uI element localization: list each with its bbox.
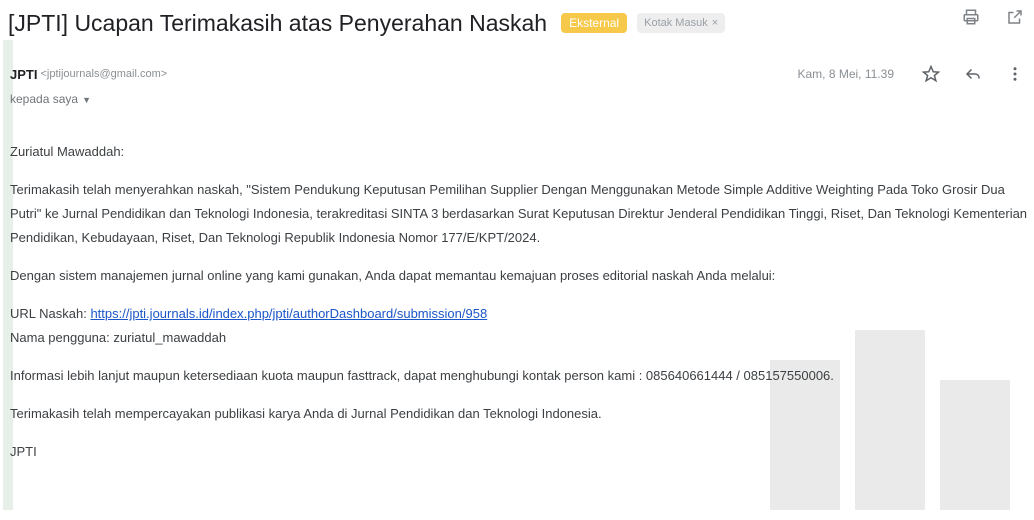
paragraph-submission-thanks: Terimakasih telah menyerahkan naskah, "S…	[10, 182, 1028, 245]
label-inbox-chip[interactable]: Kotak Masuk ×	[637, 13, 726, 33]
label-external-badge: Eksternal	[561, 13, 628, 33]
paragraph-tracking-info: Dengan sistem manajemen jurnal online ya…	[10, 268, 776, 283]
label-inbox-text: Kotak Masuk	[644, 17, 708, 29]
subject-actions	[960, 6, 1026, 28]
sender-name[interactable]: JPTI	[10, 67, 37, 82]
url-label: URL Naskah:	[10, 306, 91, 321]
more-vert-icon[interactable]	[1004, 63, 1026, 85]
message-meta: Kam, 8 Mei, 11.39	[798, 64, 1027, 84]
paragraph-closing: Terimakasih telah mempercayakan publikas…	[10, 406, 602, 421]
signature: JPTI	[10, 444, 37, 459]
sender-email: <jptijournals@gmail.com>	[40, 68, 168, 80]
username-line: Nama pengguna: zuriatul_mawaddah	[10, 330, 227, 345]
print-icon[interactable]	[960, 6, 982, 28]
url-line: URL Naskah: https://jpti.journals.id/ind…	[10, 302, 1030, 326]
paragraph-contact-info: Informasi lebih lanjut maupun ketersedia…	[10, 368, 834, 383]
reply-icon[interactable]	[962, 63, 984, 85]
recipient-text: kepada saya	[10, 92, 79, 106]
open-in-new-window-icon[interactable]	[1004, 6, 1026, 28]
subject-row: [JPTI] Ucapan Terimakasih atas Penyeraha…	[8, 4, 1028, 42]
submission-url-link[interactable]: https://jpti.journals.id/index.php/jpti/…	[90, 306, 487, 321]
remove-label-icon[interactable]: ×	[712, 17, 718, 29]
greeting: Zuriatul Mawaddah:	[10, 144, 125, 159]
star-icon[interactable]	[920, 63, 942, 85]
recipient-details-toggle[interactable]: kepada saya ▼	[10, 92, 91, 106]
message-date: Kam, 8 Mei, 11.39	[797, 67, 895, 81]
email-body: Zuriatul Mawaddah: Terimakasih telah men…	[10, 140, 1030, 464]
sender-row: JPTI <jptijournals@gmail.com> Kam, 8 Mei…	[10, 64, 1026, 84]
chevron-down-icon: ▼	[82, 95, 91, 105]
email-subject: [JPTI] Ucapan Terimakasih atas Penyeraha…	[8, 9, 548, 36]
